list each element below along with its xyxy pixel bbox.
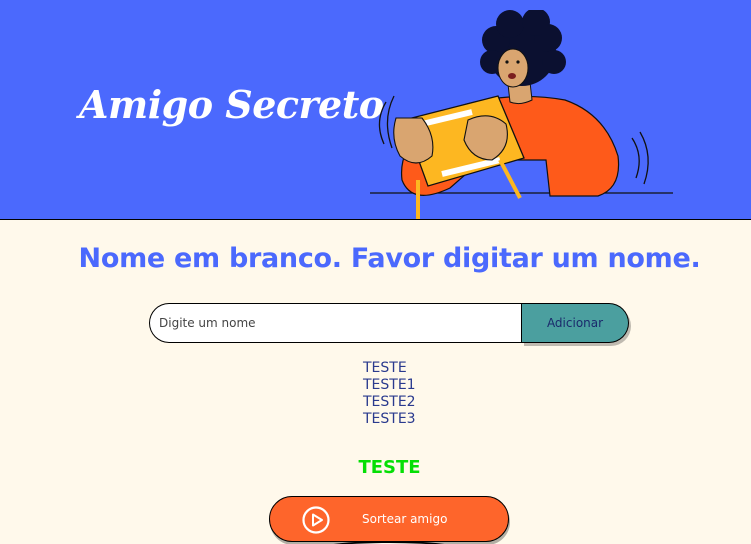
header-banner: Amigo Secreto <box>0 0 751 220</box>
main-content: Nome em branco. Favor digitar um nome. A… <box>0 220 751 544</box>
person-holding-controller-illustration <box>370 10 673 219</box>
draw-button-label: Sortear amigo <box>362 512 448 526</box>
draw-result: TESTE <box>358 457 421 478</box>
list-item: TESTE2 <box>363 394 416 410</box>
validation-message: Nome em branco. Favor digitar um nome. <box>78 243 701 274</box>
app-title: Amigo Secreto <box>79 82 384 127</box>
list-item: TESTE3 <box>363 411 416 427</box>
list-item: TESTE <box>363 360 407 376</box>
add-button[interactable]: Adicionar <box>522 303 629 343</box>
draw-friend-button[interactable]: Sortear amigo <box>269 496 509 542</box>
name-input[interactable] <box>149 303 523 343</box>
list-item: TESTE1 <box>363 377 416 393</box>
add-friend-form: Adicionar <box>149 303 629 343</box>
play-circle-icon <box>302 506 330 534</box>
friend-list: TESTE TESTE1 TESTE2 TESTE3 <box>363 360 416 428</box>
